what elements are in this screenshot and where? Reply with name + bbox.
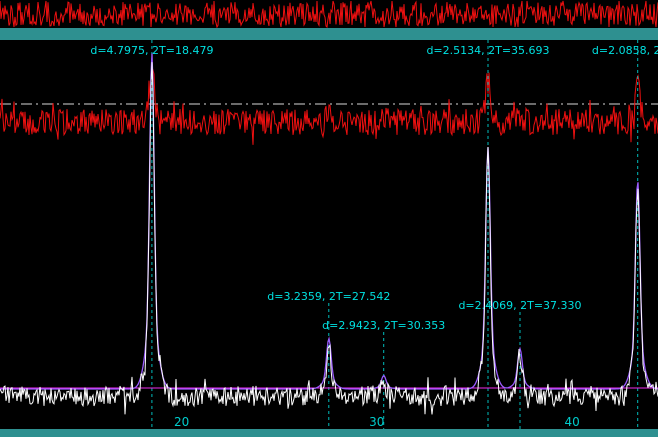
top-divider-bar: [0, 28, 658, 40]
xrd-analysis-window: d=4.7975, 2T=18.479 d=3.2359, 2T=27.542 d=…: [0, 0, 658, 437]
xrd-plot-canvas[interactable]: [0, 0, 658, 437]
bottom-axis-bar: [0, 429, 658, 437]
